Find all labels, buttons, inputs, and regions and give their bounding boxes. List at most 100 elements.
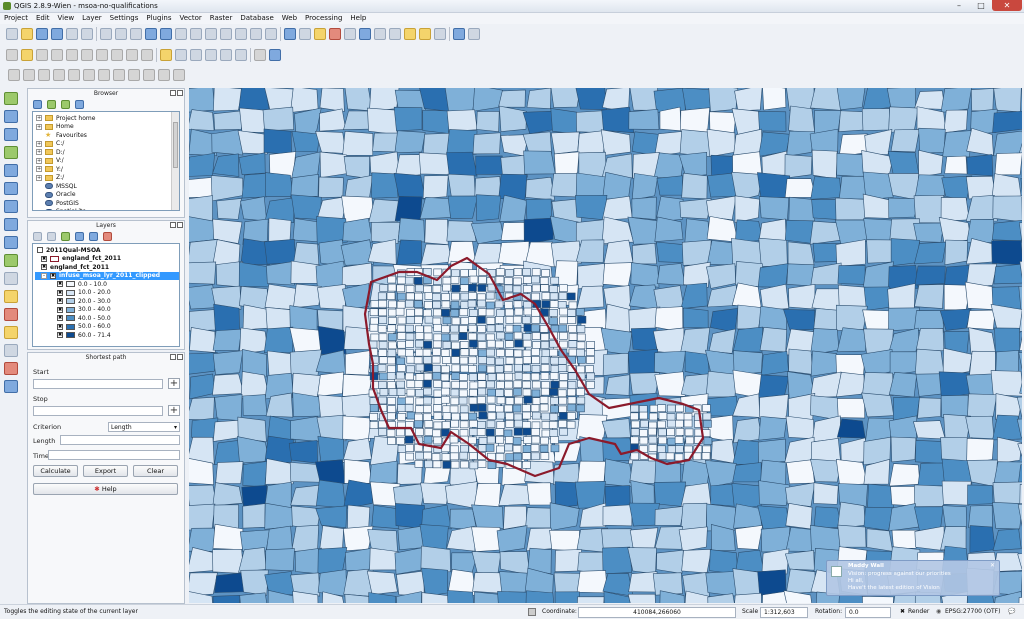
msoa-polygon[interactable] <box>214 572 245 593</box>
msoa-polygon[interactable] <box>567 403 577 412</box>
msoa-polygon[interactable] <box>496 268 505 276</box>
msoa-polygon[interactable] <box>499 551 531 576</box>
msoa-polygon[interactable] <box>657 420 666 429</box>
msoa-polygon[interactable] <box>709 308 739 333</box>
msoa-polygon[interactable] <box>940 394 969 418</box>
msoa-polygon[interactable] <box>369 365 379 373</box>
msoa-polygon[interactable] <box>944 155 968 175</box>
msoa-polygon[interactable] <box>541 429 551 438</box>
add-ring-icon[interactable] <box>68 69 80 81</box>
msoa-polygon[interactable] <box>680 502 708 531</box>
msoa-polygon[interactable] <box>514 372 524 380</box>
msoa-polygon[interactable] <box>424 428 434 436</box>
msoa-polygon[interactable] <box>342 415 371 442</box>
msoa-polygon[interactable] <box>486 435 496 444</box>
msoa-polygon[interactable] <box>601 418 631 439</box>
layer-item[interactable]: 2011Qual-MSOA <box>35 246 179 255</box>
start-input[interactable] <box>33 379 163 389</box>
msoa-polygon[interactable] <box>476 333 486 342</box>
fill-ring-icon[interactable] <box>98 69 110 81</box>
msoa-polygon[interactable] <box>630 480 655 506</box>
msoa-polygon[interactable] <box>468 365 477 373</box>
msoa-polygon[interactable] <box>242 503 266 529</box>
msoa-polygon[interactable] <box>378 349 388 357</box>
msoa-polygon[interactable] <box>512 325 522 333</box>
msoa-polygon[interactable] <box>397 340 406 349</box>
msoa-polygon[interactable] <box>512 285 522 294</box>
msoa-polygon[interactable] <box>342 130 374 156</box>
msoa-polygon[interactable] <box>413 420 423 429</box>
calculate-button[interactable]: Calculate <box>33 465 78 477</box>
msoa-polygon[interactable] <box>460 292 470 301</box>
msoa-polygon[interactable] <box>649 412 658 421</box>
measure-icon[interactable] <box>389 28 401 40</box>
msoa-polygon[interactable] <box>966 393 998 420</box>
msoa-polygon[interactable] <box>459 451 469 460</box>
msoa-polygon[interactable] <box>394 130 426 154</box>
msoa-polygon[interactable] <box>441 381 451 389</box>
msoa-polygon[interactable] <box>568 348 578 357</box>
msoa-polygon[interactable] <box>458 396 468 405</box>
close-panel-icon[interactable] <box>177 354 183 360</box>
msoa-polygon[interactable] <box>500 154 528 178</box>
browser-item[interactable]: + D:/ <box>36 148 179 157</box>
msoa-polygon[interactable] <box>835 459 868 486</box>
msoa-polygon[interactable] <box>523 436 532 444</box>
msoa-polygon[interactable] <box>602 546 633 575</box>
msoa-polygon[interactable] <box>486 333 495 342</box>
msoa-polygon[interactable] <box>866 528 894 552</box>
msoa-polygon[interactable] <box>405 444 414 452</box>
msoa-polygon[interactable] <box>341 393 373 418</box>
msoa-polygon[interactable] <box>377 325 387 333</box>
msoa-polygon[interactable] <box>212 328 242 351</box>
msoa-polygon[interactable] <box>433 412 443 420</box>
msoa-polygon[interactable] <box>706 216 739 243</box>
msoa-polygon[interactable] <box>503 364 513 373</box>
msoa-polygon[interactable] <box>514 396 523 405</box>
msoa-polygon[interactable] <box>681 239 712 266</box>
msoa-polygon[interactable] <box>459 308 469 317</box>
msoa-polygon[interactable] <box>213 303 240 333</box>
msoa-polygon[interactable] <box>684 351 710 377</box>
msoa-polygon[interactable] <box>368 592 397 603</box>
msoa-polygon[interactable] <box>628 571 658 593</box>
msoa-polygon[interactable] <box>487 461 497 470</box>
msoa-polygon[interactable] <box>397 276 406 285</box>
zoom-actual-icon[interactable] <box>175 28 187 40</box>
msoa-polygon[interactable] <box>468 452 478 460</box>
msoa-polygon[interactable] <box>397 292 406 301</box>
msoa-polygon[interactable] <box>423 387 432 396</box>
msoa-polygon[interactable] <box>370 172 399 199</box>
msoa-polygon[interactable] <box>531 421 541 430</box>
layer-item[interactable]: ✖ england_fct_2011 <box>35 263 179 272</box>
browser-item[interactable]: + C:/ <box>36 140 179 149</box>
msoa-polygon[interactable] <box>554 591 581 603</box>
msoa-polygon[interactable] <box>503 505 528 530</box>
msoa-polygon[interactable] <box>586 381 595 389</box>
msoa-polygon[interactable] <box>345 350 371 376</box>
msoa-polygon[interactable] <box>666 428 675 436</box>
msoa-polygon[interactable] <box>809 220 841 245</box>
msoa-polygon[interactable] <box>212 523 244 551</box>
msoa-polygon[interactable] <box>440 373 450 382</box>
msoa-polygon[interactable] <box>447 195 479 219</box>
msoa-polygon[interactable] <box>630 436 639 445</box>
class-visibility-checkbox[interactable]: ✖ <box>57 281 63 288</box>
msoa-polygon[interactable] <box>549 429 559 437</box>
msoa-polygon[interactable] <box>939 308 972 331</box>
msoa-polygon[interactable] <box>574 194 608 221</box>
expand-icon[interactable]: + <box>36 174 42 181</box>
msoa-polygon[interactable] <box>707 593 736 603</box>
msoa-polygon[interactable] <box>213 88 244 112</box>
msoa-polygon[interactable] <box>459 429 469 437</box>
choropleth-map[interactable] <box>189 88 1022 603</box>
msoa-polygon[interactable] <box>785 502 813 530</box>
msoa-polygon[interactable] <box>505 397 515 405</box>
msoa-polygon[interactable] <box>549 317 558 325</box>
msoa-polygon[interactable] <box>944 239 968 266</box>
msoa-polygon[interactable] <box>525 176 556 201</box>
msoa-polygon[interactable] <box>512 404 522 413</box>
msoa-polygon[interactable] <box>504 301 513 309</box>
msoa-polygon[interactable] <box>498 173 528 201</box>
msoa-polygon[interactable] <box>550 365 560 373</box>
